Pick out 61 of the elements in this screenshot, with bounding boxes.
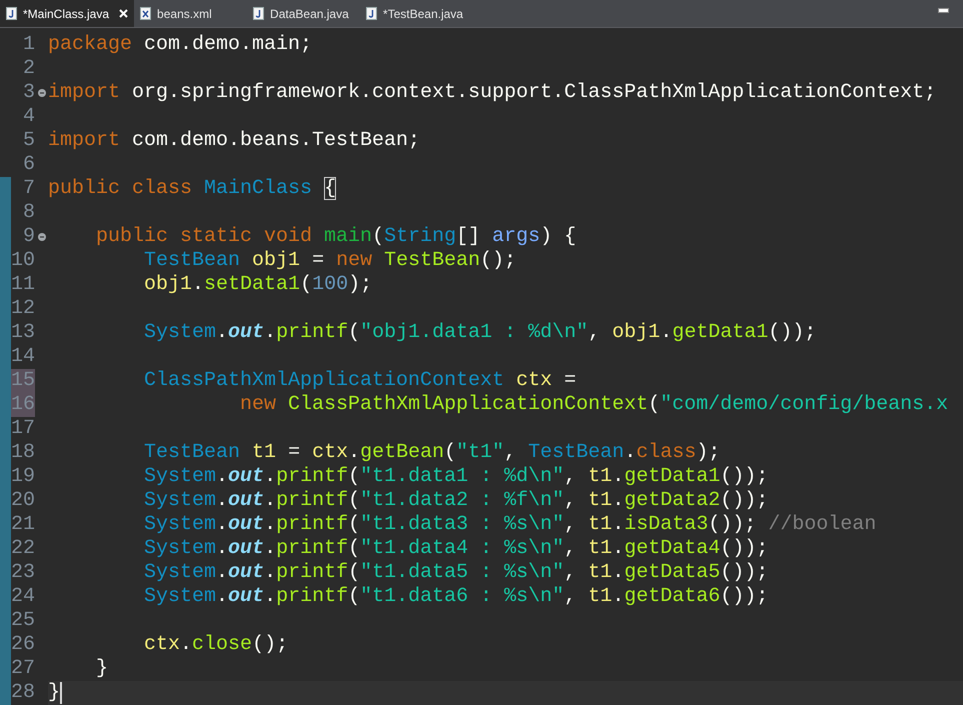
line-number: 24 — [11, 585, 35, 609]
line-number: 28 — [11, 681, 35, 705]
editor-tab[interactable]: beans.xml — [134, 0, 248, 27]
line-number: 7 — [22, 177, 35, 201]
line-number: 3 — [22, 81, 35, 105]
code-line: ClassPathXmlApplicationContext ctx = — [143, 368, 576, 394]
fold-icon[interactable] — [38, 233, 46, 241]
code-line: System.out.printf("t1.data5 : %s\n", t1.getData5()); — [143, 560, 768, 586]
code-line: TestBean obj1 = new TestBean(); — [143, 248, 516, 274]
line-number: 12 — [11, 297, 35, 321]
line-number: 18 — [11, 441, 35, 465]
editor-tab[interactable]: DataBean.java — [247, 0, 360, 27]
code-line: TestBean t1 = ctx.getBean("t1", TestBean.class); — [143, 440, 720, 466]
code-line: } — [48, 680, 60, 705]
fold-icon[interactable] — [38, 89, 46, 97]
java-file-icon — [253, 7, 264, 20]
code-line: package com.demo.main; — [48, 32, 312, 58]
text-cursor — [60, 682, 62, 704]
line-number: 21 — [11, 513, 35, 537]
code-line: System.out.printf("t1.data4 : %s\n", t1.getData4()); — [143, 536, 768, 562]
close-icon[interactable] — [119, 9, 128, 18]
code-line: public class MainClass { — [48, 176, 336, 202]
line-number: 16 — [11, 393, 35, 417]
java-file-icon — [6, 7, 17, 20]
line-number: 8 — [22, 201, 35, 225]
line-number: 14 — [11, 345, 35, 369]
java-file-icon — [366, 7, 378, 20]
code-line: ctx.close(); — [143, 632, 288, 658]
code-line: System.out.printf("t1.data2 : %f\n", t1.getData2()); — [143, 488, 768, 514]
line-number: 5 — [22, 129, 35, 153]
line-number: 17 — [11, 417, 35, 441]
line-number: 25 — [11, 609, 35, 633]
code-line: import org.springframework.context.support.ClassPathXmlApplicationContext; — [48, 80, 936, 106]
line-number: 15 — [11, 369, 35, 393]
line-number: 13 — [11, 321, 35, 345]
code-line: System.out.printf("obj1.data1 : %d\n", obj1.getData1()); — [143, 320, 816, 346]
line-number: 9 — [22, 225, 35, 249]
line-number: 26 — [11, 633, 35, 657]
line-number: 1 — [22, 33, 35, 57]
line-number: 19 — [11, 465, 35, 489]
line-number: 10 — [11, 249, 35, 273]
line-number: 23 — [11, 561, 35, 585]
code-line: obj1.setData1(100); — [143, 272, 372, 298]
line-number: 2 — [22, 57, 35, 81]
line-number: 11 — [11, 273, 35, 297]
editor-tab[interactable]: *TestBean.java — [360, 0, 474, 27]
code-line: System.out.printf("t1.data1 : %d\n", t1.getData1()); — [143, 464, 768, 490]
line-number: 6 — [22, 153, 35, 177]
code-line: new ClassPathXmlApplicationContext("com/demo/config/beans.x — [239, 392, 948, 418]
code-line: System.out.printf("t1.data3 : %s\n", t1.isData3()); //boolean — [143, 512, 876, 538]
editor-tab[interactable]: *MainClass.java — [0, 0, 134, 27]
code-line: public static void main(String[] args) { — [95, 224, 576, 250]
code-line: System.out.printf("t1.data6 : %s\n", t1.getData6()); — [143, 584, 768, 610]
minimize-icon[interactable] — [938, 8, 949, 13]
line-number: 4 — [22, 105, 35, 129]
line-number: 20 — [11, 489, 35, 513]
xml-file-icon — [140, 7, 152, 20]
code-line: import com.demo.beans.TestBean; — [48, 128, 420, 154]
line-number: 27 — [11, 657, 35, 681]
line-number: 22 — [11, 537, 35, 561]
code-line: } — [95, 656, 108, 682]
